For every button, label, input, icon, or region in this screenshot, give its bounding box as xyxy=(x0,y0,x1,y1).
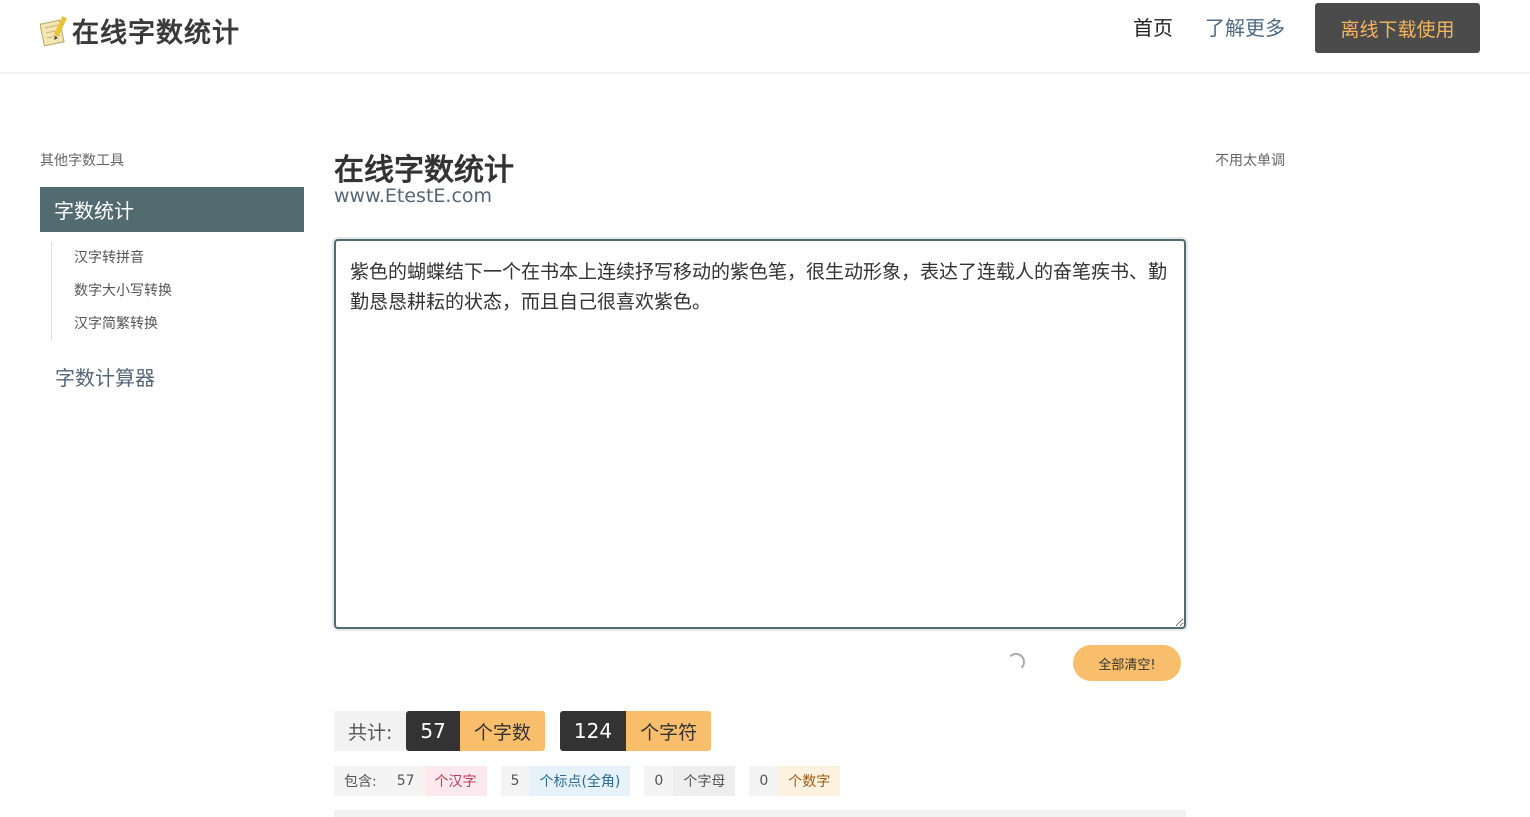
letter-count: 0 xyxy=(644,766,674,796)
right-note: 不用太单调 xyxy=(1215,153,1285,169)
page-subtitle: www.EtestE.com xyxy=(334,185,493,207)
sidebar-item-number-case[interactable]: 数字大小写转换 xyxy=(74,275,251,308)
hanzi-count: 57 xyxy=(386,766,425,796)
sidebar-sub-list: 汉字转拼音 数字大小写转换 汉字简繁转换 xyxy=(51,242,251,341)
top-nav: 首页 了解更多 离线下载使用 xyxy=(1133,3,1480,53)
download-button[interactable]: 离线下载使用 xyxy=(1315,3,1480,53)
char-count-value: 57 xyxy=(406,711,460,751)
hanzi-unit: 个汉字 xyxy=(424,766,487,796)
sidebar-item-simp-trad[interactable]: 汉字简繁转换 xyxy=(74,308,251,341)
nav-home-link[interactable]: 首页 xyxy=(1133,3,1173,53)
sidebar-title: 其他字数工具 xyxy=(40,153,124,169)
digit-unit: 个数字 xyxy=(778,766,841,796)
stats-summary: 共计: 57 个字数 124 个字符 xyxy=(334,711,726,751)
logo-text: 在线字数统计 xyxy=(72,17,240,49)
sidebar-item-word-count[interactable]: 字数统计 xyxy=(40,187,304,232)
sidebar-item-calculator[interactable]: 字数计算器 xyxy=(55,362,155,391)
punct-count: 5 xyxy=(500,766,530,796)
clear-all-button[interactable]: 全部清空! xyxy=(1073,645,1181,681)
symbol-count-value: 124 xyxy=(559,711,627,751)
loading-spinner-icon xyxy=(1007,653,1025,671)
contains-breakdown: 包含: 57 个汉字 5 个标点(全角) 0 个字母 0 个数字 xyxy=(334,766,854,796)
sidebar-item-pinyin[interactable]: 汉字转拼音 xyxy=(74,242,251,275)
digit-count: 0 xyxy=(749,766,779,796)
symbol-count-unit: 个字符 xyxy=(626,711,712,751)
page-title: 在线字数统计 xyxy=(334,153,514,188)
total-label: 共计: xyxy=(334,711,407,751)
contains-label: 包含: xyxy=(334,766,387,796)
punct-unit: 个标点(全角) xyxy=(529,766,631,796)
bottom-divider xyxy=(334,810,1186,817)
letter-unit: 个字母 xyxy=(673,766,736,796)
char-count-unit: 个字数 xyxy=(459,711,545,751)
notebook-pencil-icon xyxy=(39,14,70,47)
header: 在线字数统计 首页 了解更多 离线下载使用 xyxy=(0,0,1530,74)
nav-more-link[interactable]: 了解更多 xyxy=(1205,3,1285,53)
logo[interactable]: 在线字数统计 xyxy=(39,10,240,50)
text-input[interactable]: 紫色的蝴蝶结下一个在书本上连续抒写移动的紫色笔，很生动形象，表达了连载人的奋笔疾… xyxy=(334,239,1186,629)
